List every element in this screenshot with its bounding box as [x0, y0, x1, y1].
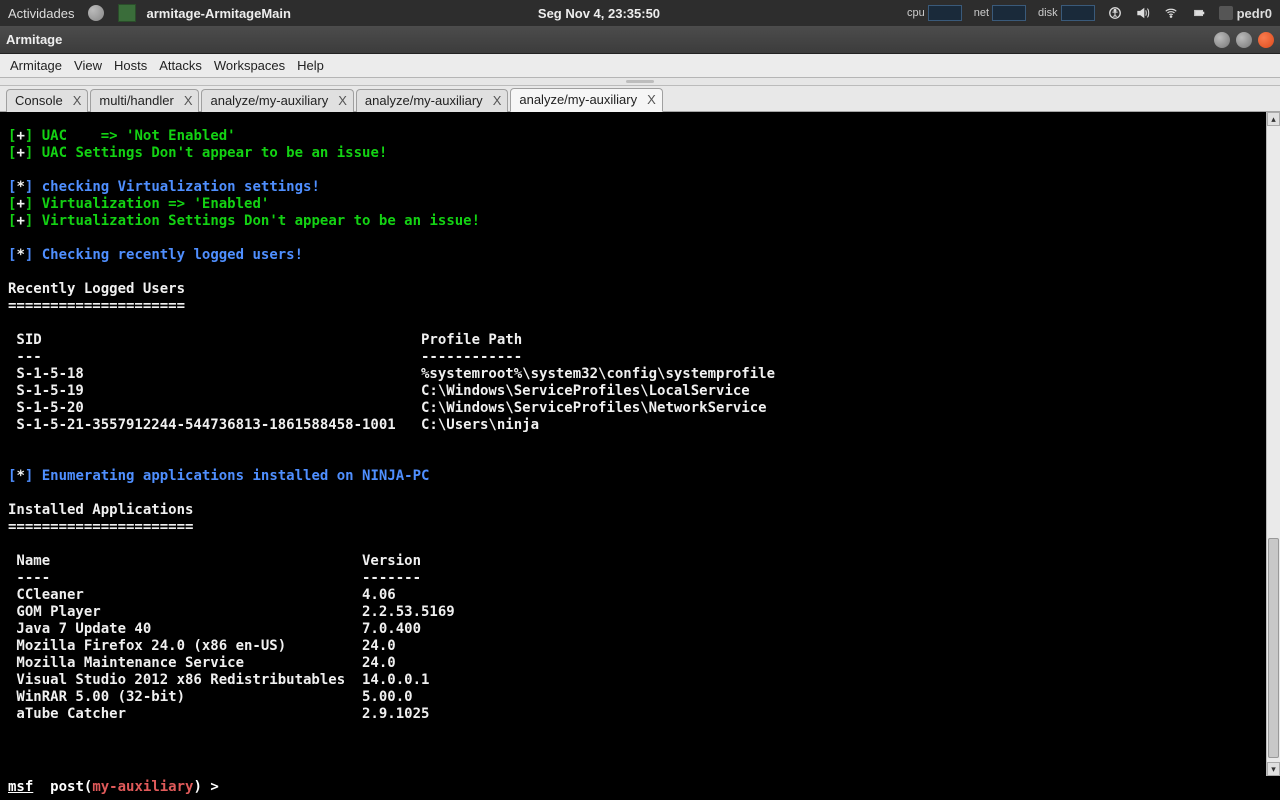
tab-close-icon[interactable]: X: [647, 92, 656, 107]
tab-label: analyze/my-auxiliary: [365, 93, 483, 108]
tab-label: analyze/my-auxiliary: [519, 92, 637, 107]
tab-label: Console: [15, 93, 63, 108]
ubuntu-icon[interactable]: [88, 5, 104, 21]
wifi-icon[interactable]: [1163, 5, 1179, 21]
activities-button[interactable]: Actividades: [8, 6, 74, 21]
menu-attacks[interactable]: Attacks: [155, 56, 206, 75]
tab-console-0[interactable]: Console X: [6, 89, 88, 112]
terminal-output[interactable]: [+] UAC => 'Not Enabled' [+] UAC Setting…: [0, 126, 1266, 762]
taskbar-task[interactable]: armitage-ArmitageMain: [146, 6, 290, 21]
tab-label: analyze/my-auxiliary: [210, 93, 328, 108]
menu-help[interactable]: Help: [293, 56, 328, 75]
tab-close-icon[interactable]: X: [338, 93, 347, 108]
vertical-scrollbar[interactable]: ▴ ▾: [1266, 112, 1280, 776]
menu-view[interactable]: View: [70, 56, 106, 75]
prompt-gt: >: [210, 779, 218, 795]
tab-close-icon[interactable]: X: [73, 93, 82, 108]
menu-hosts[interactable]: Hosts: [110, 56, 151, 75]
disk-indicator[interactable]: disk: [1038, 5, 1095, 21]
tab-analyze-my-auxiliary-3[interactable]: analyze/my-auxiliary X: [356, 89, 508, 112]
volume-icon[interactable]: [1135, 5, 1151, 21]
console-area: [+] UAC => 'Not Enabled' [+] UAC Setting…: [0, 112, 1280, 776]
app-icon[interactable]: [118, 4, 136, 22]
scroll-up-arrow[interactable]: ▴: [1267, 112, 1280, 126]
close-button[interactable]: [1258, 32, 1274, 48]
minimize-button[interactable]: [1214, 32, 1230, 48]
tab-analyze-my-auxiliary-2[interactable]: analyze/my-auxiliary X: [201, 89, 353, 112]
desktop-top-bar: Actividades armitage-ArmitageMain Seg No…: [0, 0, 1280, 26]
scroll-thumb[interactable]: [1268, 538, 1279, 758]
scroll-down-arrow[interactable]: ▾: [1267, 762, 1280, 776]
prompt-module: my-auxiliary: [92, 779, 193, 795]
maximize-button[interactable]: [1236, 32, 1252, 48]
cpu-indicator[interactable]: cpu: [907, 5, 962, 21]
battery-icon[interactable]: [1191, 5, 1207, 21]
splitter-handle[interactable]: [0, 78, 1280, 86]
tab-bar: Console Xmulti/handler Xanalyze/my-auxilia…: [0, 86, 1280, 112]
tab-close-icon[interactable]: X: [493, 93, 502, 108]
prompt-post: post: [50, 779, 84, 795]
user-menu[interactable]: pedr0: [1219, 6, 1272, 21]
prompt-msf: msf: [8, 779, 33, 795]
tab-close-icon[interactable]: X: [184, 93, 193, 108]
tab-label: multi/handler: [99, 93, 173, 108]
tab-multi-handler-1[interactable]: multi/handler X: [90, 89, 199, 112]
clock[interactable]: Seg Nov 4, 23:35:50: [291, 6, 907, 21]
window-titlebar[interactable]: Armitage: [0, 26, 1280, 54]
command-input[interactable]: msf post(my-auxiliary) >: [0, 776, 1280, 800]
app-menu-bar: Armitage View Hosts Attacks Workspaces H…: [0, 54, 1280, 78]
window-title: Armitage: [6, 32, 62, 47]
menu-armitage[interactable]: Armitage: [6, 56, 66, 75]
net-indicator[interactable]: net: [974, 5, 1026, 21]
menu-workspaces[interactable]: Workspaces: [210, 56, 289, 75]
accessibility-icon[interactable]: [1107, 5, 1123, 21]
tab-analyze-my-auxiliary-4[interactable]: analyze/my-auxiliary X: [510, 88, 662, 112]
